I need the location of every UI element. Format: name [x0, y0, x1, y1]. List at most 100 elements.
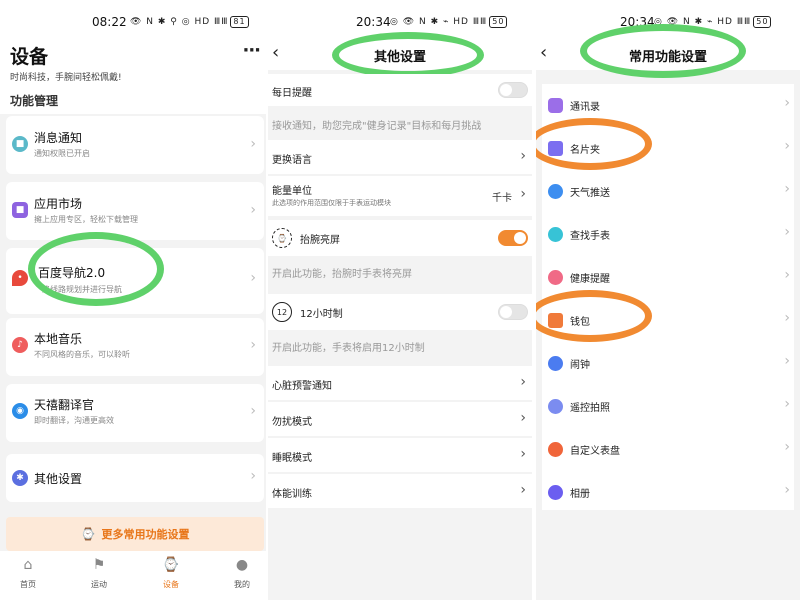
- row-do-not-disturb[interactable]: 勿扰模式 ›: [268, 402, 532, 436]
- 12-hour-toggle[interactable]: [498, 304, 528, 320]
- row-subtitle: 此选项的作用范围仅限于手表运动模块: [272, 199, 391, 207]
- chevron-right-icon: ›: [784, 267, 790, 283]
- chevron-right-icon: ›: [520, 374, 526, 390]
- chevron-right-icon: ›: [784, 482, 790, 498]
- list-item-alarm[interactable]: 闹钟 ›: [542, 342, 794, 385]
- green-highlight-circle: [580, 24, 746, 78]
- list-item-translator[interactable]: ◉ 天禧翻译官 即时翻译，沟通更高效 ›: [6, 384, 264, 442]
- cloud-icon: [548, 184, 563, 199]
- item-title: 其他设置: [34, 472, 83, 486]
- row-label: 每日提醒: [272, 88, 312, 99]
- row-hint: 开启此功能，手表将启用12小时制: [272, 343, 425, 354]
- list-item-notifications[interactable]: ■ 消息通知 通知权限已开启 ›: [6, 116, 264, 174]
- row-heart-alert[interactable]: 心脏预警通知 ›: [268, 366, 532, 400]
- list-item-custom-watchface[interactable]: 自定义表盘 ›: [542, 428, 794, 471]
- device-screen: 08:22 👁 N ✱ ⚲ ◎ HD ⅢⅢ 81 设备 ··· 时尚科技，手腕间轻…: [0, 0, 266, 600]
- list-item-other-settings[interactable]: ✱ 其他设置 ›: [6, 454, 264, 502]
- item-subtitle: 不同风格的音乐，可以聆听: [34, 350, 130, 359]
- chevron-right-icon: ›: [520, 148, 526, 164]
- clock-12-icon: 12: [272, 302, 292, 322]
- device-header: 设备 ··· 时尚科技，手腕间轻松佩戴! 功能管理: [0, 40, 266, 114]
- tab-label: 我的: [234, 580, 250, 589]
- row-12-hour: 12 12小时制: [268, 294, 532, 330]
- item-title: 天禧翻译官: [34, 398, 95, 412]
- chevron-right-icon: ›: [784, 95, 790, 111]
- tab-home[interactable]: ⌂ 首页: [8, 557, 48, 590]
- item-label: 自定义表盘: [570, 446, 620, 457]
- item-label: 健康提醒: [570, 274, 610, 285]
- tab-label: 设备: [163, 580, 179, 589]
- chevron-right-icon: ›: [784, 310, 790, 326]
- music-note-icon: ♪: [12, 337, 28, 353]
- health-icon: [548, 270, 563, 285]
- status-icons: 👁 N ✱ ⚲ ◎ HD ⅢⅢ 81: [130, 16, 249, 28]
- row-energy-unit[interactable]: 能量单位 此选项的作用范围仅限于手表运动模块 千卡 ›: [268, 176, 532, 216]
- item-subtitle: 即时翻译，沟通更高效: [34, 416, 114, 425]
- home-icon: ⌂: [23, 557, 33, 573]
- chevron-right-icon: ›: [520, 446, 526, 462]
- row-hint: 开启此功能，抬腕时手表将亮屏: [272, 269, 412, 280]
- item-label: 通讯录: [570, 102, 600, 113]
- more-settings-button[interactable]: ⌚ 更多常用功能设置: [6, 517, 264, 551]
- raise-to-wake-toggle[interactable]: [498, 230, 528, 246]
- chevron-right-icon: ›: [250, 270, 256, 286]
- tab-label: 首页: [20, 580, 36, 589]
- chevron-right-icon: ›: [520, 410, 526, 426]
- more-icon[interactable]: ···: [242, 40, 260, 61]
- section-title: 功能管理: [10, 94, 59, 108]
- daily-reminder-toggle[interactable]: [498, 82, 528, 98]
- tab-mine[interactable]: ● 我的: [222, 557, 262, 590]
- chevron-right-icon: ›: [250, 202, 256, 218]
- list-item-app-market[interactable]: ■ 应用市场 擁上应用专区，轻松下载管理 ›: [6, 182, 264, 240]
- tab-device[interactable]: ⌚ 设备: [151, 557, 191, 590]
- app-store-icon: ■: [12, 202, 28, 218]
- row-label: 体能训练: [272, 489, 312, 500]
- row-change-language[interactable]: 更换语言 ›: [268, 140, 532, 174]
- watchface-icon: [548, 442, 563, 457]
- tab-sports[interactable]: ⚑ 运动: [79, 557, 119, 590]
- status-bar: 08:22 👁 N ✱ ⚲ ◎ HD ⅢⅢ 81: [0, 0, 266, 40]
- chevron-right-icon: ›: [520, 482, 526, 498]
- item-label: 查找手表: [570, 231, 610, 242]
- battery-icon: 50: [753, 16, 772, 28]
- row-label: 能量单位: [272, 186, 312, 197]
- chevron-right-icon: ›: [250, 136, 256, 152]
- row-label: 12小时制: [300, 309, 343, 320]
- item-label: 遥控拍照: [570, 403, 610, 414]
- running-icon: ⚑: [92, 557, 106, 573]
- list-item-find-watch[interactable]: 查找手表 ›: [542, 213, 794, 256]
- item-title: 消息通知: [34, 131, 83, 145]
- battery-icon: 50: [489, 16, 508, 28]
- tab-label: 运动: [91, 580, 107, 589]
- list-item-weather[interactable]: 天气推送 ›: [542, 170, 794, 213]
- status-icons: ◎ 👁 N ✱ ⌁ HD ⅢⅢ 50: [390, 16, 508, 28]
- list-item-local-music[interactable]: ♪ 本地音乐 不同风格的音乐，可以聆听 ›: [6, 318, 264, 376]
- chevron-right-icon: ›: [250, 337, 256, 353]
- item-label: 天气推送: [570, 188, 610, 199]
- common-features-screen: 20:34 ◎ 👁 N ✱ ⌁ HD ⅢⅢ 50 ‹ 常用功能设置 通讯录 › 名…: [536, 0, 800, 600]
- map-pin-icon: •: [12, 270, 28, 286]
- item-subtitle: 通知权限已开启: [34, 149, 90, 158]
- list-item-remote-camera[interactable]: 遥控拍照 ›: [542, 385, 794, 428]
- status-time: 08:22: [92, 15, 127, 29]
- row-hint: 接收通知，助您完成"健身记录"目标和每月挑战: [272, 121, 482, 132]
- chevron-right-icon: ›: [784, 396, 790, 412]
- chevron-right-icon: ›: [784, 353, 790, 369]
- chevron-right-icon: ›: [784, 439, 790, 455]
- row-raise-to-wake: ⌚ 抬腕亮屏: [268, 220, 532, 256]
- row-fitness-training[interactable]: 体能训练 ›: [268, 474, 532, 508]
- list-item-album[interactable]: 相册 ›: [542, 471, 794, 514]
- row-sleep-mode[interactable]: 睡眠模式 ›: [268, 438, 532, 472]
- page-title: 设备: [10, 46, 49, 68]
- chevron-right-icon: ›: [250, 468, 256, 484]
- alarm-clock-icon: [548, 356, 563, 371]
- row-label: 抬腕亮屏: [300, 235, 340, 246]
- item-label: 闹钟: [570, 360, 590, 371]
- more-settings-label: 更多常用功能设置: [101, 528, 190, 541]
- row-label: 心脏预警通知: [272, 381, 332, 392]
- item-subtitle: 擁上应用专区，轻松下载管理: [34, 215, 138, 224]
- chevron-right-icon: ›: [520, 186, 526, 202]
- chevron-right-icon: ›: [250, 403, 256, 419]
- find-watch-icon: [548, 227, 563, 242]
- camera-icon: [548, 399, 563, 414]
